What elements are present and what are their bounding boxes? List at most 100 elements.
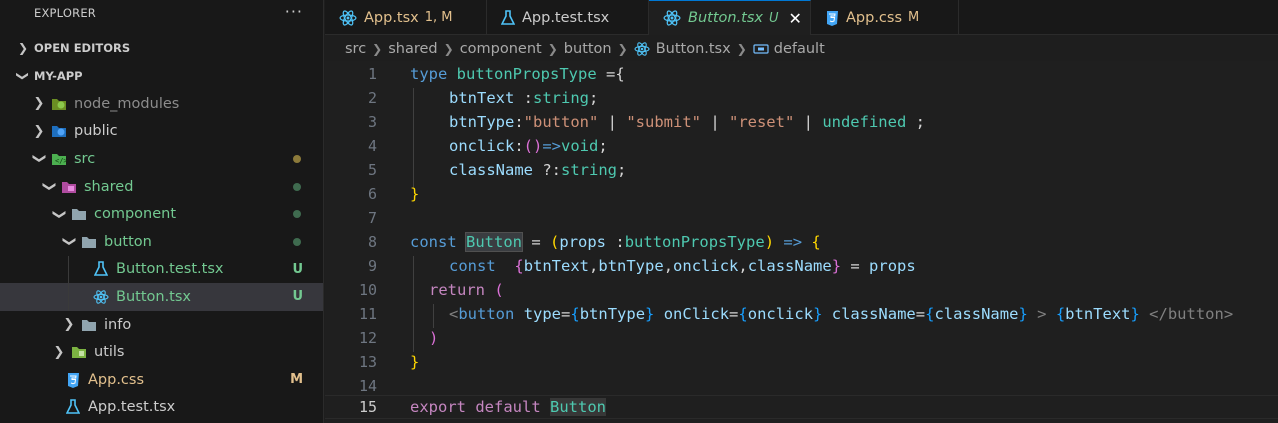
chevron-down-icon: ❯ [61, 236, 77, 248]
chevron-right-icon: ❯ [33, 123, 45, 139]
code-line: 9 const {btnText,btnType,onclick,classNa… [325, 254, 1278, 278]
chevron-right-icon: ❯ [443, 41, 454, 56]
more-actions-icon[interactable]: ··· [285, 2, 303, 21]
css-icon [825, 10, 839, 26]
folder-utils-icon [70, 344, 88, 360]
line-number: 7 [367, 209, 377, 227]
folder-icon [70, 206, 88, 222]
breadcrumb-item[interactable]: button [564, 41, 612, 57]
tree-item-node-modules[interactable]: ❯ node_modules [0, 90, 323, 118]
indent-guide [68, 283, 69, 311]
tree-item-button-test[interactable]: Button.test.tsx U [0, 255, 323, 284]
line-number: 1 [367, 65, 377, 83]
code-line: 7 [325, 206, 1278, 230]
tree-item-label: App.css [88, 371, 145, 388]
tree-item-utils[interactable]: ❯ utils [0, 338, 323, 366]
tab-button-tsx[interactable]: Button.tsx U ✕ [649, 0, 811, 35]
symbol-variable-icon [753, 42, 769, 56]
untracked-dot [293, 182, 301, 191]
code-line: 3 btnType:"button" | "submit" | "reset" … [325, 110, 1278, 134]
chevron-right-icon: ❯ [372, 41, 383, 56]
tree-item-label: src [74, 150, 96, 167]
tree-item-label: Button.test.tsx [116, 261, 224, 278]
line-number: 8 [367, 233, 377, 251]
tree-item-button-folder[interactable]: ❯ button [0, 228, 323, 256]
breadcrumb-item[interactable]: component [460, 41, 542, 57]
flask-icon [64, 399, 82, 415]
tab-label: Button.tsx [688, 10, 763, 26]
react-icon [339, 9, 357, 27]
breadcrumb-item[interactable]: default [774, 41, 825, 57]
line-number: 4 [367, 137, 377, 155]
code-editor[interactable]: 1 type buttonPropsType ={ 2 btnText :str… [325, 61, 1278, 423]
untracked-dot [293, 237, 301, 246]
code-text: type buttonPropsType ={ [410, 65, 625, 83]
code-text: onclick:()=>void; [449, 137, 608, 155]
tree-item-src[interactable]: ❯ </> src [0, 145, 323, 173]
tree-item-public[interactable]: ❯ public [0, 118, 323, 146]
modified-badge: M [290, 372, 303, 388]
css-icon [64, 372, 82, 388]
indent-guide [68, 255, 69, 284]
tab-app-css[interactable]: App.css M [811, 0, 959, 35]
code-line: 8 const Button = (props :buttonPropsType… [325, 230, 1278, 254]
tree-item-shared[interactable]: ❯ shared [0, 173, 323, 201]
tab-badge: M [908, 10, 920, 25]
chevron-right-icon: ❯ [547, 41, 558, 56]
breadcrumb-item[interactable]: Button.tsx [656, 41, 731, 57]
chevron-right-icon: ❯ [33, 96, 45, 112]
chevron-down-icon: ❯ [16, 70, 30, 82]
code-text: ) [429, 329, 439, 347]
tree-item-label: button [104, 233, 152, 250]
flask-icon [501, 9, 515, 26]
tab-label: App.css [846, 9, 903, 26]
explorer-sidebar: EXPLORER ··· ❯ OPEN EDITORS ❯ MY-APP ❯ n… [0, 0, 324, 423]
code-text: return ( [429, 281, 504, 299]
explorer-title: EXPLORER [34, 6, 96, 20]
code-line: 1 type buttonPropsType ={ [325, 62, 1278, 86]
code-line: 2 btnText :string; [325, 86, 1278, 110]
code-line: 13 } [325, 350, 1278, 374]
chevron-down-icon: ❯ [51, 208, 67, 220]
line-number: 10 [358, 281, 377, 299]
tree-item-component[interactable]: ❯ component [0, 200, 323, 228]
tree-item-label: node_modules [74, 95, 180, 112]
tab-app-test-tsx[interactable]: App.test.tsx [487, 0, 649, 35]
tab-label: App.tsx [364, 9, 419, 26]
line-number: 15 [358, 398, 377, 416]
folder-icon [80, 234, 98, 250]
folder-icon [80, 317, 98, 333]
breadcrumb: src ❯ shared ❯ component ❯ button ❯ Butt… [325, 36, 1278, 61]
line-number: 13 [358, 353, 377, 371]
line-number: 2 [367, 89, 377, 107]
open-editors-label: OPEN EDITORS [34, 41, 131, 55]
untracked-badge: U [292, 289, 303, 305]
code-text: export default Button [410, 398, 607, 416]
tree-item-button-tsx[interactable]: Button.tsx U [0, 283, 323, 311]
current-code-line: 15 export default Button [325, 395, 1278, 419]
tree-item-app-test[interactable]: App.test.tsx [0, 394, 323, 422]
open-editors-section[interactable]: ❯ OPEN EDITORS [0, 34, 323, 62]
breadcrumb-item[interactable]: src [345, 41, 366, 57]
tree-item-label: shared [84, 178, 134, 195]
tree-item-info[interactable]: ❯ info [0, 311, 323, 339]
folder-src-icon: </> [50, 151, 68, 167]
tree-item-label: component [94, 206, 177, 223]
tab-app-tsx[interactable]: App.tsx 1, M [325, 0, 487, 35]
chevron-right-icon: ❯ [53, 344, 65, 360]
explorer-header: EXPLORER ··· [0, 0, 323, 26]
code-line: 11 <button type={btnType} onClick={oncli… [325, 302, 1278, 326]
untracked-badge: U [292, 261, 303, 277]
code-line: 12 ) [325, 326, 1278, 350]
react-icon [634, 41, 650, 57]
tree-item-label: Button.tsx [116, 288, 191, 305]
line-number: 3 [367, 113, 377, 131]
line-number: 9 [367, 257, 377, 275]
modified-dot [293, 154, 301, 163]
project-section[interactable]: ❯ MY-APP [0, 62, 323, 90]
code-text: const {btnText,btnType,onclick,className… [449, 257, 916, 275]
close-icon[interactable]: ✕ [789, 9, 802, 28]
line-number: 12 [358, 329, 377, 347]
breadcrumb-item[interactable]: shared [388, 41, 437, 57]
tree-item-app-css[interactable]: App.css M [0, 366, 323, 394]
